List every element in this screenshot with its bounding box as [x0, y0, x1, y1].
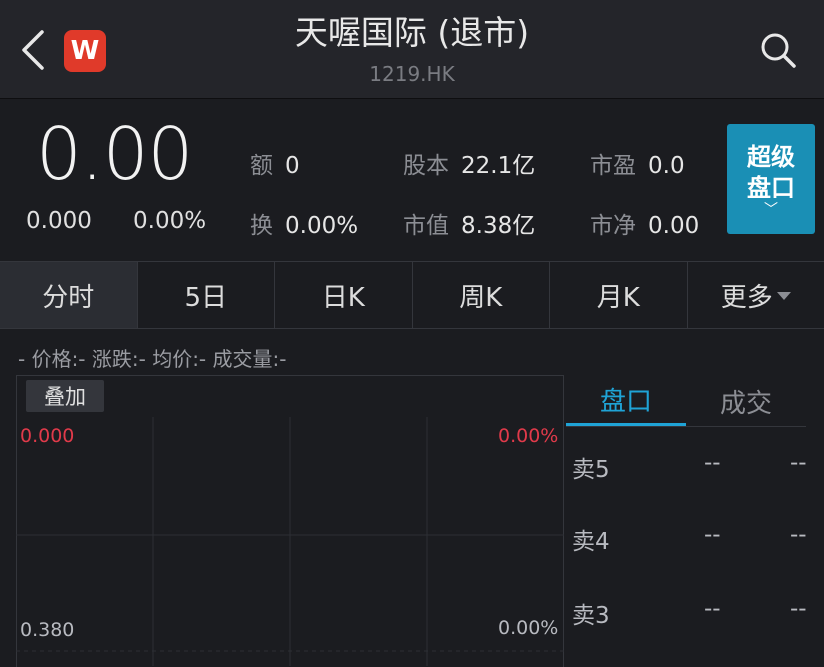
- tab-5day[interactable]: 5日: [138, 262, 276, 328]
- field-value: 8.38亿: [461, 213, 535, 239]
- chart-grid: [16, 375, 564, 666]
- field-value: 22.1亿: [461, 153, 535, 179]
- field-value: 0: [285, 153, 300, 179]
- field-value: 0.0: [648, 153, 685, 179]
- super-order-book-button[interactable]: 超级 盘口 ﹀: [727, 124, 815, 234]
- last-price: 0.00: [36, 112, 192, 196]
- period-tabs: 分时 5日 日K 周K 月K 更多: [0, 261, 824, 329]
- order-panel-tabs: 盘口 成交: [566, 376, 806, 426]
- field-turnover-rate: 换 0.00%: [250, 206, 358, 240]
- field-pb-ratio: 市净 0.00: [590, 206, 699, 240]
- chart-right-top-label: 0.00%: [498, 425, 558, 447]
- order-row-label: 卖3: [572, 596, 610, 630]
- divider: [566, 426, 806, 427]
- order-row-qty: --: [790, 450, 807, 476]
- tab-daily-k[interactable]: 日K: [275, 262, 413, 328]
- chart-info-line: - 价格:- 涨跌:- 均价:- 成交量:-: [18, 343, 286, 372]
- tab-order-book[interactable]: 盘口: [566, 376, 686, 426]
- top-bar: W 天喔国际 (退市) 1219.HK: [0, 0, 824, 99]
- field-value: 0.00%: [285, 213, 358, 239]
- order-row-price: --: [704, 450, 721, 476]
- chart-left-top-label: 0.000: [20, 425, 74, 447]
- chart-right-bottom-label: 0.00%: [498, 617, 558, 639]
- tab-weekly-k[interactable]: 周K: [413, 262, 551, 328]
- order-row-qty: --: [790, 522, 807, 548]
- price-change-pct: 0.00%: [133, 208, 206, 234]
- field-pe-ratio: 市盈 0.0: [590, 146, 685, 180]
- stock-code: 1219.HK: [0, 62, 824, 86]
- field-label: 换: [250, 213, 273, 239]
- field-label: 市净: [590, 213, 636, 239]
- field-value: 0.00: [648, 213, 699, 239]
- tab-more-label: 更多: [721, 277, 773, 314]
- order-row-price: --: [704, 522, 721, 548]
- order-row-label: 卖5: [572, 450, 610, 484]
- field-label: 市值: [403, 213, 449, 239]
- super-button-line2: 盘口: [727, 173, 815, 204]
- field-turnover-amount: 额0: [250, 146, 300, 180]
- chevron-down-icon: ﹀: [727, 204, 815, 216]
- search-icon[interactable]: [758, 30, 798, 70]
- tab-intraday[interactable]: 分时: [0, 262, 138, 328]
- field-label: 股本: [403, 153, 449, 179]
- super-button-line1: 超级: [727, 142, 815, 173]
- caret-down-icon: [777, 292, 791, 300]
- tab-more[interactable]: 更多: [688, 262, 824, 328]
- page-title: 天喔国际 (退市): [0, 6, 824, 54]
- order-row-price: --: [704, 596, 721, 622]
- tab-monthly-k[interactable]: 月K: [550, 262, 688, 328]
- overlay-button[interactable]: 叠加: [26, 380, 104, 412]
- order-row-qty: --: [790, 596, 807, 622]
- field-label: 市盈: [590, 153, 636, 179]
- order-row-label: 卖4: [572, 522, 610, 556]
- field-share-capital: 股本 22.1亿: [403, 146, 535, 180]
- field-market-cap: 市值 8.38亿: [403, 206, 535, 240]
- tab-trades[interactable]: 成交: [686, 376, 806, 426]
- field-label: 额: [250, 153, 273, 179]
- chart-left-bottom-label: 0.380: [20, 619, 74, 641]
- price-change: 0.000: [26, 208, 92, 234]
